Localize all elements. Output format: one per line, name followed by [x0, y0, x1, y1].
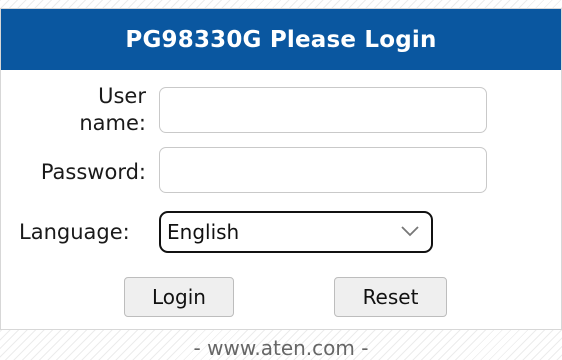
username-label-line2: name:	[79, 111, 146, 135]
language-label: Language:	[19, 220, 130, 244]
login-panel: PG98330G Please Login User name: Passwor…	[0, 8, 562, 330]
page-title: PG98330G Please Login	[1, 9, 561, 70]
username-input[interactable]	[159, 87, 487, 133]
login-button[interactable]: Login	[124, 277, 234, 317]
reset-button[interactable]: Reset	[334, 277, 447, 317]
language-select[interactable]: English	[159, 211, 433, 253]
password-input[interactable]	[159, 147, 487, 193]
footer-link[interactable]: - www.aten.com -	[0, 336, 562, 360]
password-label: Password:	[40, 160, 146, 184]
username-label-line1: User	[98, 84, 146, 108]
chevron-down-icon	[401, 226, 419, 237]
username-label: User name:	[26, 83, 146, 137]
language-selected-value: English	[167, 220, 240, 244]
